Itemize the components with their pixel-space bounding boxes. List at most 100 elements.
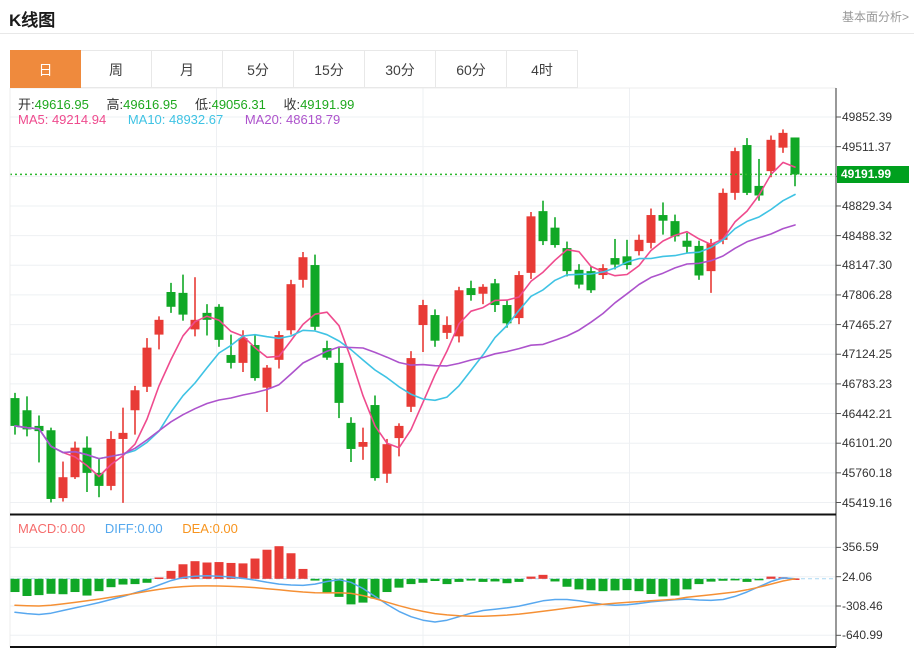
dea-value: DEA:0.00 <box>182 521 238 536</box>
ma20-line <box>15 225 795 459</box>
macd-bar <box>659 579 668 597</box>
ma20-legend: MA20: 48618.79 <box>245 112 340 127</box>
macd-bar <box>23 579 32 596</box>
macd-bar <box>335 579 344 597</box>
macd-bar <box>407 579 416 584</box>
candle-body <box>779 133 788 148</box>
interval-tab-15min[interactable]: 15分 <box>294 50 365 88</box>
candle-body <box>683 241 692 247</box>
macd-bar <box>623 579 632 590</box>
close-value: 49191.99 <box>300 97 354 112</box>
candle-body <box>131 390 140 410</box>
candle-body <box>287 284 296 330</box>
macd-bar <box>479 579 488 582</box>
macd-bar <box>527 577 536 579</box>
macd-bar <box>743 579 752 582</box>
price-axis-label: 46101.20 <box>842 436 892 450</box>
macd-bar <box>383 579 392 592</box>
interval-tab-week[interactable]: 周 <box>81 50 152 88</box>
candle-body <box>479 287 488 294</box>
current-price-tag: 49191.99 <box>837 166 909 183</box>
open-value: 49616.95 <box>35 97 89 112</box>
candle-body <box>791 137 800 174</box>
candle-body <box>551 228 560 245</box>
macd-bar <box>287 553 296 579</box>
candle-body <box>395 426 404 438</box>
candle-body <box>539 211 548 241</box>
macd-bar <box>311 579 320 581</box>
ma10-legend: MA10: 48932.67 <box>128 112 223 127</box>
macd-bar <box>683 579 692 590</box>
macd-bar <box>719 579 728 581</box>
macd-bar <box>239 563 248 578</box>
interval-tab-4hour[interactable]: 4时 <box>507 50 578 88</box>
macd-bar <box>47 579 56 594</box>
candle-body <box>527 216 536 273</box>
price-axis-label: 46442.21 <box>842 407 892 421</box>
candle-body <box>227 355 236 363</box>
macd-bar <box>35 579 44 595</box>
macd-bar <box>443 579 452 584</box>
candle-body <box>719 193 728 240</box>
macd-bar <box>491 579 500 582</box>
macd-legend: MACD:0.00 DIFF:0.00 DEA:0.00 <box>18 521 254 536</box>
candle-body <box>59 477 68 498</box>
candle-body <box>119 433 128 439</box>
candle-body <box>467 288 476 295</box>
ma5-legend: MA5: 49214.94 <box>18 112 106 127</box>
open-label: 开: <box>18 97 35 112</box>
candle-body <box>11 398 20 426</box>
candle-body <box>335 363 344 403</box>
price-axis-label: 48829.34 <box>842 199 892 213</box>
macd-bar <box>83 579 92 596</box>
macd-bar <box>731 579 740 581</box>
macd-bar <box>707 579 716 582</box>
candle-body <box>419 305 428 325</box>
price-axis-label: 49511.37 <box>842 140 891 154</box>
macd-bar <box>71 579 80 592</box>
price-axis-label: 47124.25 <box>842 347 892 361</box>
interval-tab-day[interactable]: 日 <box>10 50 81 88</box>
macd-bar <box>539 575 548 579</box>
ohlc-legend: 开:49616.95 高:49616.95 低:49056.31 收:49191… <box>18 94 368 113</box>
macd-bar <box>107 579 116 587</box>
interval-tab-30min[interactable]: 30分 <box>365 50 436 88</box>
candle-body <box>299 257 308 280</box>
macd-value: MACD:0.00 <box>18 521 85 536</box>
macd-bar <box>11 579 20 592</box>
macd-bar <box>431 579 440 581</box>
high-value: 49616.95 <box>123 97 177 112</box>
candle-body <box>167 292 176 307</box>
macd-axis-label: -640.99 <box>842 628 883 642</box>
macd-bar <box>95 579 104 591</box>
macd-bar <box>575 579 584 590</box>
macd-bar <box>131 579 140 584</box>
candle-body <box>263 368 272 388</box>
high-label: 高: <box>106 97 123 112</box>
macd-bar <box>419 579 428 583</box>
candle-body <box>731 151 740 193</box>
macd-bar <box>299 569 308 579</box>
macd-bar <box>395 579 404 588</box>
candle-body <box>179 293 188 315</box>
price-axis-label: 48147.30 <box>842 258 892 272</box>
interval-tab-60min[interactable]: 60分 <box>436 50 507 88</box>
candle-body <box>767 140 776 171</box>
candle-body <box>359 442 368 447</box>
candle-body <box>347 423 356 449</box>
macd-bar <box>275 546 284 579</box>
price-axis-label: 46783.23 <box>842 377 892 391</box>
interval-tab-month[interactable]: 月 <box>152 50 223 88</box>
macd-bar <box>251 559 260 579</box>
close-label: 收: <box>283 97 300 112</box>
candle-body <box>443 325 452 333</box>
macd-bar <box>551 579 560 582</box>
interval-tab-5min[interactable]: 5分 <box>223 50 294 88</box>
macd-bar <box>695 579 704 584</box>
macd-bar <box>155 577 164 579</box>
candle-body <box>155 320 164 335</box>
macd-bar <box>455 579 464 582</box>
macd-bar <box>635 579 644 591</box>
macd-bar <box>755 579 764 581</box>
macd-bar <box>59 579 68 594</box>
